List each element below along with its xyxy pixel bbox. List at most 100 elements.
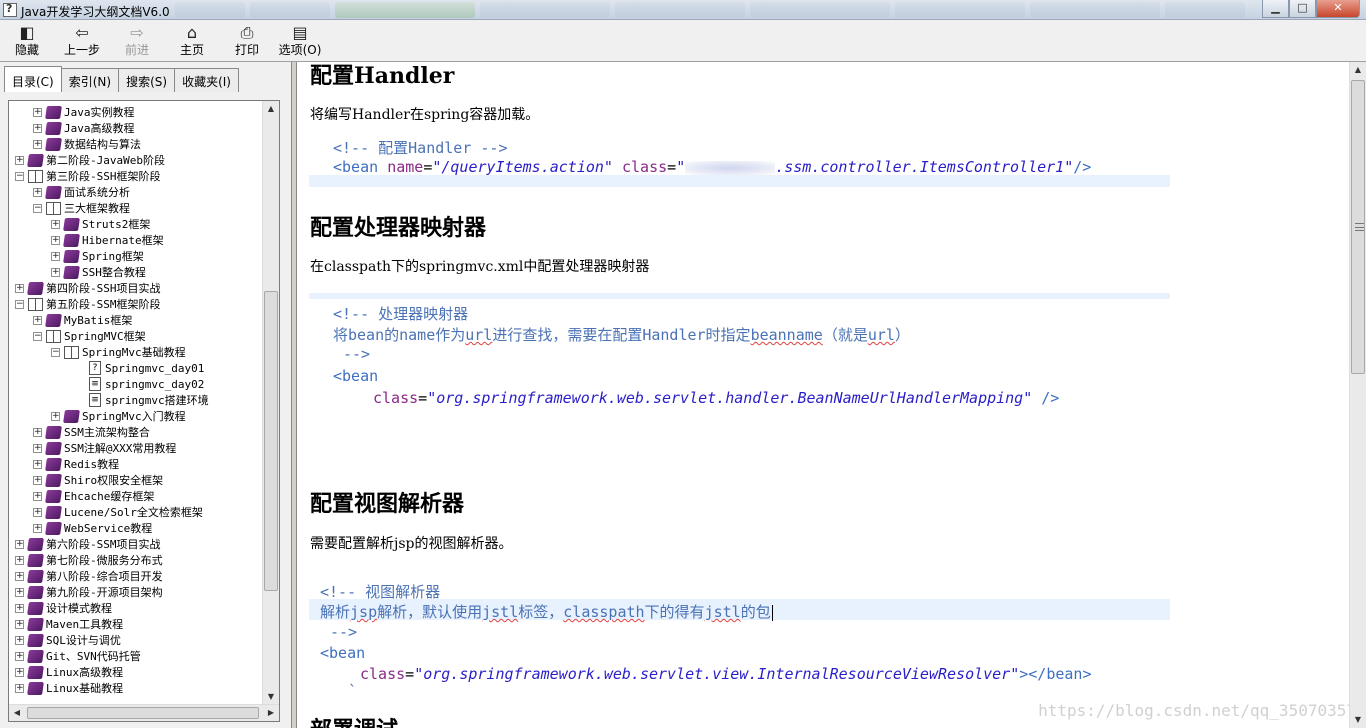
expand-icon[interactable]: + — [51, 235, 60, 245]
tree-node[interactable]: + MyBatis框架 — [33, 312, 132, 328]
tree-node[interactable]: − 第五阶段-SSM框架阶段 — [15, 296, 161, 312]
tree-node[interactable]: + 第六阶段-SSM项目实战 — [15, 536, 161, 552]
expand-icon[interactable]: + — [15, 619, 24, 629]
expand-icon[interactable]: + — [15, 651, 24, 661]
scroll-left-arrow-icon[interactable]: ◀ — [9, 705, 25, 721]
expand-icon[interactable]: + — [15, 283, 24, 293]
tree-node[interactable]: + 第二阶段-JavaWeb阶段 — [15, 152, 165, 168]
scroll-down-arrow-icon[interactable]: ▼ — [1350, 712, 1366, 728]
tree-node[interactable]: + SSM注解@XXX常用教程 — [33, 440, 176, 456]
expand-icon[interactable]: + — [33, 123, 42, 133]
expand-icon[interactable]: + — [15, 635, 24, 645]
closed-book-icon — [27, 585, 44, 599]
expand-icon[interactable]: + — [51, 411, 60, 421]
tree-vertical-scrollbar[interactable]: ▲ ▼ — [262, 101, 279, 705]
back-button[interactable]: ⇦ 上一步 — [57, 23, 107, 59]
tree-node[interactable]: + 数据结构与算法 — [33, 136, 141, 152]
code-tag: <bean — [333, 367, 379, 385]
expand-icon[interactable]: + — [51, 251, 60, 261]
expand-icon[interactable]: + — [33, 315, 42, 325]
tree-node[interactable]: − 第三阶段-SSH框架阶段 — [15, 168, 161, 184]
tree-node[interactable]: ? Springmvc_day01 — [89, 360, 204, 376]
expand-icon[interactable]: + — [33, 507, 42, 517]
tree-node[interactable]: + SpringMvc入门教程 — [51, 408, 186, 424]
tree-node[interactable]: + 第四阶段-SSH项目实战 — [15, 280, 161, 296]
expand-icon[interactable]: + — [33, 107, 42, 117]
tree-node[interactable]: + Redis教程 — [33, 456, 119, 472]
hide-button[interactable]: ◧ 隐藏 — [2, 23, 52, 59]
tree-node[interactable]: + Hibernate框架 — [51, 232, 164, 248]
expand-icon[interactable]: + — [33, 491, 42, 501]
tree-node[interactable]: + SSH整合教程 — [51, 264, 146, 280]
expand-icon[interactable]: + — [15, 603, 24, 613]
tree-node[interactable]: + 第八阶段-综合项目开发 — [15, 568, 163, 584]
expand-icon[interactable]: + — [33, 459, 42, 469]
tree-node[interactable]: + 第九阶段-开源项目架构 — [15, 584, 163, 600]
collapse-icon[interactable]: − — [33, 331, 42, 341]
expand-icon[interactable]: + — [15, 683, 24, 693]
expand-icon[interactable]: + — [33, 523, 42, 533]
tab-search[interactable]: 搜索(S) — [118, 68, 176, 92]
tree-node[interactable]: + Linux基础教程 — [15, 680, 123, 696]
code-line: ` — [348, 682, 357, 700]
expand-icon[interactable]: + — [15, 571, 24, 581]
tree-node[interactable]: ≡ springmvc_day02 — [89, 376, 204, 392]
expand-icon[interactable]: + — [15, 155, 24, 165]
tree-node[interactable]: + Java实例教程 — [33, 104, 135, 120]
scroll-right-arrow-icon[interactable]: ▶ — [263, 705, 279, 721]
tree-node[interactable]: − 三大框架教程 — [33, 200, 130, 216]
print-button[interactable]: ⎙ 打印 — [222, 23, 272, 59]
collapse-icon[interactable]: − — [15, 171, 24, 181]
expand-icon[interactable]: + — [33, 475, 42, 485]
tree-node[interactable]: + SQL设计与调优 — [15, 632, 121, 648]
tree-node[interactable]: + Git、SVN代码托管 — [15, 648, 141, 664]
content-scroll-thumb[interactable] — [1351, 80, 1365, 374]
tree-node[interactable]: + Lucene/Solr全文检索框架 — [33, 504, 203, 520]
tree-horizontal-scrollbar[interactable]: ◀ ▶ — [9, 704, 279, 721]
tree-node[interactable]: + WebService教程 — [33, 520, 152, 536]
expand-icon[interactable]: + — [33, 187, 42, 197]
tree-node[interactable]: + Struts2框架 — [51, 216, 150, 232]
tree-node[interactable]: ≡ springmvc搭建环境 — [89, 392, 209, 408]
expand-icon[interactable]: + — [33, 427, 42, 437]
tree-node[interactable]: + 面试系统分析 — [33, 184, 130, 200]
tree-node[interactable]: + Maven工具教程 — [15, 616, 123, 632]
tab-index[interactable]: 索引(N) — [60, 68, 120, 92]
expand-icon[interactable]: + — [15, 587, 24, 597]
tree-node[interactable]: + Shiro权限安全框架 — [33, 472, 163, 488]
expand-icon[interactable]: + — [15, 539, 24, 549]
tree-node[interactable]: + Linux高级教程 — [15, 664, 123, 680]
tree-node[interactable]: + Spring框架 — [51, 248, 144, 264]
content-vertical-scrollbar[interactable]: ▲ ▼ — [1349, 62, 1366, 728]
forward-button[interactable]: ⇨ 前进 — [112, 23, 162, 59]
expand-icon[interactable]: + — [33, 139, 42, 149]
collapse-icon[interactable]: − — [51, 347, 60, 357]
tree-node[interactable]: − SpringMvc基础教程 — [51, 344, 186, 360]
tree-node[interactable]: + Ehcache缓存框架 — [33, 488, 154, 504]
tree-scroll-thumb[interactable] — [264, 291, 278, 591]
expand-icon[interactable]: + — [15, 667, 24, 677]
tree-node[interactable]: + SSM主流架构整合 — [33, 424, 150, 440]
tab-favorites[interactable]: 收藏夹(I) — [174, 68, 239, 92]
expand-icon[interactable]: + — [51, 219, 60, 229]
options-button[interactable]: ▤ 选项(O) — [275, 23, 325, 59]
home-button[interactable]: ⌂ 主页 — [167, 23, 217, 59]
expand-icon[interactable]: + — [33, 443, 42, 453]
collapse-icon[interactable]: − — [33, 203, 42, 213]
tab-contents[interactable]: 目录(C) — [4, 66, 62, 92]
scroll-up-arrow-icon[interactable]: ▲ — [263, 101, 279, 117]
close-button[interactable]: ✕ — [1316, 0, 1360, 18]
tree-hscroll-thumb[interactable] — [27, 707, 259, 719]
collapse-icon[interactable]: − — [15, 299, 24, 309]
maximize-button[interactable]: □ — [1289, 0, 1316, 18]
tree-node[interactable]: + 设计模式教程 — [15, 600, 112, 616]
tree-node[interactable]: − SpringMVC框架 — [33, 328, 146, 344]
scroll-down-arrow-icon[interactable]: ▼ — [263, 689, 279, 705]
tree-node[interactable]: + 第七阶段-微服务分布式 — [15, 552, 163, 568]
scroll-up-arrow-icon[interactable]: ▲ — [1350, 62, 1366, 78]
expand-icon[interactable]: + — [51, 267, 60, 277]
expand-icon[interactable]: + — [15, 555, 24, 565]
tree-node[interactable]: + Java高级教程 — [33, 120, 135, 136]
minimize-button[interactable]: ▁ — [1262, 0, 1289, 18]
code-comment-text: 解析，默认使用 — [377, 603, 483, 621]
